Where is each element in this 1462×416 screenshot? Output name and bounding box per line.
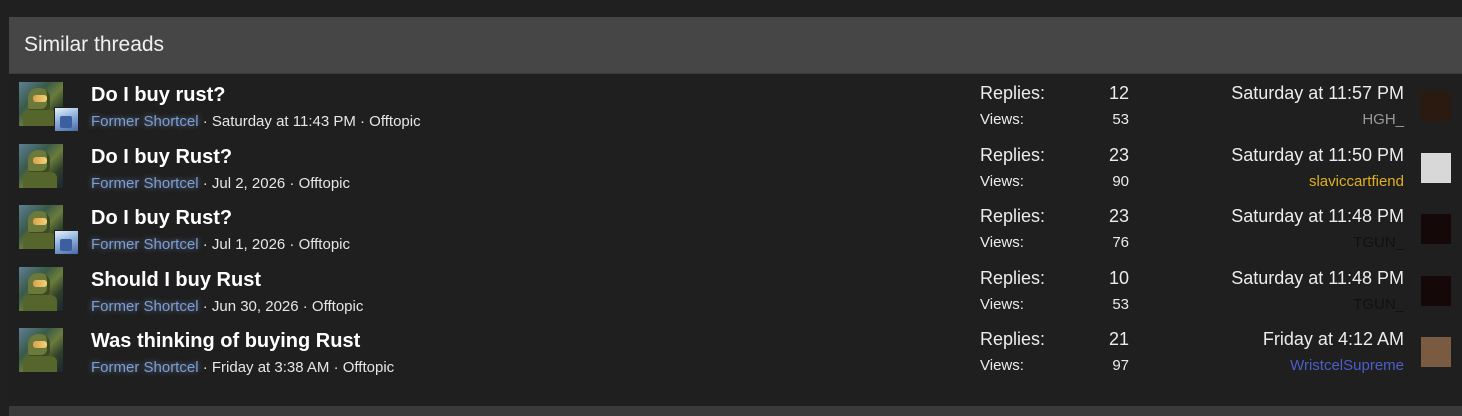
thread-title[interactable]: Do I buy Rust?	[91, 207, 232, 230]
author-avatar[interactable]	[19, 328, 63, 372]
section-header: Similar threads	[9, 17, 1462, 74]
author-link[interactable]: Former Shortcel	[91, 236, 199, 253]
thread-row[interactable]: Do I buy Rust? Former Shortcel · Jul 1, …	[9, 204, 1462, 265]
views-count: 53	[1112, 296, 1129, 313]
replies-label: Replies:	[980, 329, 1046, 349]
last-poster-avatar[interactable]	[1421, 337, 1451, 367]
thread-meta: Former Shortcel · Jul 2, 2026 · Offtopic	[91, 175, 350, 192]
armor-shape	[23, 233, 57, 249]
visor-shape	[33, 341, 47, 348]
views-label: Views:	[980, 234, 1024, 251]
replies-label: Replies:	[980, 83, 1046, 103]
visor-shape	[33, 218, 47, 225]
views-label: Views:	[980, 111, 1024, 128]
last-poster-avatar[interactable]	[1421, 276, 1451, 306]
thread-row[interactable]: Do I buy Rust? Former Shortcel · Jul 2, …	[9, 143, 1462, 204]
similar-threads-block: Similar threads Do I buy rust? Former Sh…	[9, 17, 1462, 406]
last-poster-avatar[interactable]	[1421, 214, 1451, 244]
thread-title[interactable]: Should I buy Rust	[91, 269, 261, 292]
armor-shape	[23, 172, 57, 188]
replies-count: 23	[1108, 145, 1129, 165]
last-post-date[interactable]: Friday at 4:12 AM	[1263, 329, 1404, 350]
replies-count: 23	[1108, 206, 1129, 226]
last-poster-name[interactable]: slaviccartfiend	[1309, 173, 1404, 190]
visor-shape	[33, 280, 47, 287]
thread-meta-text: · Saturday at 11:43 PM · Offtopic	[198, 113, 421, 130]
thread-title[interactable]: Do I buy Rust?	[91, 146, 232, 169]
thread-meta: Former Shortcel · Friday at 3:38 AM · Of…	[91, 359, 394, 376]
thread-meta: Former Shortcel · Jun 30, 2026 · Offtopi…	[91, 298, 363, 315]
replies-label: Replies:	[980, 206, 1046, 226]
author-avatar[interactable]	[19, 267, 63, 311]
replies-label: Replies:	[980, 268, 1046, 288]
armor-shape	[23, 356, 57, 372]
views-label: Views:	[980, 357, 1024, 374]
thread-meta-text: · Jul 2, 2026 · Offtopic	[198, 175, 350, 192]
views-label: Views:	[980, 296, 1024, 313]
last-post-date[interactable]: Saturday at 11:57 PM	[1231, 83, 1404, 104]
armor-shape	[23, 110, 57, 126]
thread-meta-text: · Jun 30, 2026 · Offtopic	[198, 298, 364, 315]
visor-shape	[33, 95, 47, 102]
replies-count: 12	[1108, 83, 1129, 103]
last-poster-name[interactable]: HGH_	[1362, 111, 1404, 128]
last-post-date[interactable]: Saturday at 11:48 PM	[1231, 206, 1404, 227]
thread-title[interactable]: Do I buy rust?	[91, 84, 225, 107]
thread-row[interactable]: Was thinking of buying Rust Former Short…	[9, 327, 1462, 388]
thread-meta-text: · Jul 1, 2026 · Offtopic	[198, 236, 350, 253]
thread-title[interactable]: Was thinking of buying Rust	[91, 330, 360, 353]
views-count: 53	[1112, 111, 1129, 128]
views-count: 90	[1112, 173, 1129, 190]
views-count: 76	[1112, 234, 1129, 251]
thread-row[interactable]: Should I buy Rust Former Shortcel · Jun …	[9, 266, 1462, 327]
visor-shape	[33, 157, 47, 164]
views-count: 97	[1112, 357, 1129, 374]
last-poster-name[interactable]: TGUN_	[1353, 296, 1404, 313]
last-post-date[interactable]: Saturday at 11:48 PM	[1231, 268, 1404, 289]
last-poster-avatar[interactable]	[1421, 91, 1451, 121]
author-link[interactable]: Former Shortcel	[91, 298, 199, 315]
last-poster-name[interactable]: WristcelSupreme	[1290, 357, 1404, 374]
section-title: Similar threads	[24, 33, 165, 56]
views-label: Views:	[980, 173, 1024, 190]
thread-row[interactable]: Do I buy rust? Former Shortcel · Saturda…	[9, 81, 1462, 142]
last-poster-avatar[interactable]	[1421, 153, 1451, 183]
thread-meta: Former Shortcel · Saturday at 11:43 PM ·…	[91, 113, 421, 130]
replies-count: 21	[1108, 329, 1129, 349]
last-poster-mini-avatar[interactable]	[54, 107, 79, 132]
replies-label: Replies:	[980, 145, 1046, 165]
author-avatar[interactable]	[19, 144, 63, 188]
thread-meta: Former Shortcel · Jul 1, 2026 · Offtopic	[91, 236, 350, 253]
last-poster-name[interactable]: TGUN_	[1353, 234, 1404, 251]
next-section-bar	[9, 406, 1462, 416]
replies-count: 10	[1108, 268, 1129, 288]
thread-meta-text: · Friday at 3:38 AM · Offtopic	[198, 359, 395, 376]
last-post-date[interactable]: Saturday at 11:50 PM	[1231, 145, 1404, 166]
armor-shape	[23, 295, 57, 311]
author-link[interactable]: Former Shortcel	[91, 359, 199, 376]
last-poster-mini-avatar[interactable]	[54, 230, 79, 255]
author-link[interactable]: Former Shortcel	[91, 113, 199, 130]
author-link[interactable]: Former Shortcel	[91, 175, 199, 192]
